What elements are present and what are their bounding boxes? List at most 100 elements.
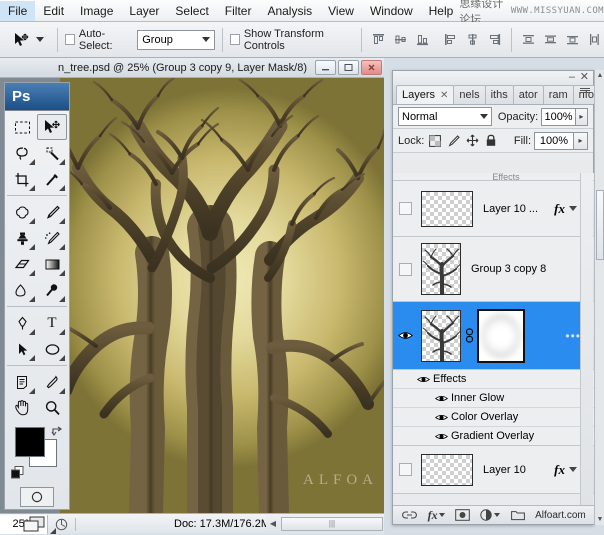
opacity-field[interactable]: 100% (541, 107, 576, 126)
layer-thumbnail-layer10-bottom[interactable] (421, 453, 473, 486)
new-adjustment-layer-icon[interactable] (480, 509, 501, 521)
tool-zoom[interactable] (37, 395, 67, 421)
tool-slice[interactable] (37, 166, 67, 192)
blend-mode-dropdown[interactable]: Normal (398, 107, 492, 126)
tab-layers[interactable]: Layers ✕ (396, 85, 455, 104)
layer-name-layer10-top[interactable]: Layer 10 ... (473, 203, 554, 215)
quick-mask-mode-button[interactable] (20, 487, 54, 507)
outer-scroll-thumb[interactable] (596, 190, 604, 260)
tool-rectangular-marquee[interactable] (7, 114, 37, 140)
distribute-bottom-edges-icon[interactable] (563, 30, 582, 49)
menu-item-filter[interactable]: Filter (217, 1, 260, 21)
layer-row-partial-top[interactable]: Effects (393, 173, 595, 182)
align-vertical-centers-icon[interactable] (391, 30, 410, 49)
align-left-edges-icon[interactable] (441, 30, 460, 49)
effects-row-inner-glow[interactable]: Inner Glow (393, 389, 595, 408)
layer-name-group3copy8[interactable]: Group 3 copy 8 (461, 263, 583, 275)
gradient-overlay-visibility-toggle[interactable] (393, 432, 451, 441)
panel-menu-icon[interactable] (580, 88, 590, 93)
layer-thumbnail-layer10-top[interactable] (421, 190, 473, 227)
tool-lasso[interactable] (7, 140, 37, 166)
swap-colors-icon[interactable] (50, 425, 63, 438)
document-canvas[interactable]: ALFOA (60, 78, 384, 513)
tool-pen[interactable] (7, 310, 37, 336)
layer-list[interactable]: Effects Layer 10 ... fx Group 3 copy 8 •… (393, 173, 595, 507)
lock-transparent-pixels-icon[interactable] (429, 134, 442, 147)
lock-image-pixels-icon[interactable] (447, 134, 461, 147)
tool-eyedropper[interactable] (37, 369, 67, 395)
tool-move[interactable] (37, 114, 67, 140)
scroll-down-arrow-icon[interactable]: ▼ (595, 514, 604, 525)
lock-position-icon[interactable] (466, 134, 479, 147)
maximize-button[interactable] (338, 60, 359, 75)
effects-visibility-toggle[interactable] (393, 375, 433, 384)
panel-outer-scrollbar[interactable]: ▲ ▼ (594, 70, 604, 525)
horizontal-scrollbar[interactable]: ◀ ||| (266, 513, 384, 533)
visibility-toggle-layer10-bottom[interactable] (393, 463, 417, 476)
align-bottom-edges-icon[interactable] (413, 30, 432, 49)
color-overlay-visibility-toggle[interactable] (393, 413, 451, 422)
expand-effects-triangle-icon[interactable] (569, 467, 577, 472)
visibility-toggle-selected[interactable] (393, 330, 417, 341)
panel-title-bar[interactable]: – ✕ (393, 71, 593, 85)
align-right-edges-icon[interactable] (485, 30, 504, 49)
link-layers-icon[interactable] (402, 510, 418, 520)
tab-channels[interactable]: nels (453, 85, 486, 104)
fill-field[interactable]: 100% (534, 131, 574, 150)
panel-close-icon[interactable]: ✕ (580, 71, 589, 83)
expand-effects-triangle-icon[interactable] (569, 206, 577, 211)
show-transform-controls-checkbox[interactable] (229, 34, 240, 45)
add-layer-style-icon[interactable]: fx (428, 508, 445, 523)
tool-magic-wand[interactable] (37, 140, 67, 166)
align-top-edges-icon[interactable] (369, 30, 388, 49)
menu-item-view[interactable]: View (320, 1, 362, 21)
tab-navigator[interactable]: ator (512, 85, 544, 104)
effects-row-gradient-overlay[interactable]: Gradient Overlay (393, 427, 595, 446)
tool-blur[interactable] (7, 277, 37, 303)
menu-item-analysis[interactable]: Analysis (259, 1, 320, 21)
distribute-top-edges-icon[interactable] (519, 30, 538, 49)
tool-history-brush[interactable] (37, 225, 67, 251)
scroll-left-arrow-icon[interactable]: ◀ (266, 519, 280, 528)
align-horizontal-centers-icon[interactable] (463, 30, 482, 49)
screen-mode-button[interactable] (20, 515, 56, 535)
auto-select-checkbox[interactable] (64, 34, 75, 45)
menu-item-help[interactable]: Help (421, 1, 462, 21)
tab-close-icon[interactable]: ✕ (440, 90, 448, 101)
horizontal-scroll-thumb[interactable]: ||| (281, 516, 383, 531)
layer-row-layer10-top[interactable]: Layer 10 ... fx (393, 181, 595, 237)
layer-row-group3copy8[interactable]: Group 3 copy 8 (393, 237, 595, 302)
tool-dodge[interactable] (37, 277, 67, 303)
effects-row-color-overlay[interactable]: Color Overlay (393, 408, 595, 427)
tool-eraser[interactable] (7, 251, 37, 277)
tool-preset-chevron-down-icon[interactable] (36, 37, 44, 42)
tab-paths[interactable]: iths (484, 85, 514, 104)
layer-thumbnail-group3copy8[interactable] (421, 243, 461, 295)
distribute-vertical-centers-icon[interactable] (541, 30, 560, 49)
visibility-toggle-layer10-top[interactable] (393, 202, 417, 215)
close-button[interactable] (361, 60, 382, 75)
menu-item-file[interactable]: File (0, 0, 36, 21)
layer-mask-thumbnail[interactable] (477, 308, 525, 363)
fill-slider-arrow-icon[interactable]: ▸ (574, 131, 588, 150)
default-colors-icon[interactable] (11, 466, 24, 479)
layer-row-layer10-bottom[interactable]: Layer 10 fx (393, 446, 595, 494)
layer-row-selected-masked[interactable]: ••• ▲ (393, 302, 595, 370)
tool-clone-stamp[interactable] (7, 225, 37, 251)
active-tool-preview[interactable] (6, 31, 50, 49)
distribute-left-edges-icon[interactable] (585, 30, 604, 49)
link-mask-icon[interactable] (464, 328, 474, 344)
layer-style-fx-icon[interactable]: fx (554, 462, 569, 478)
lock-all-icon[interactable] (485, 134, 497, 147)
menu-item-layer[interactable]: Layer (121, 1, 167, 21)
opacity-slider-arrow-icon[interactable]: ▸ (575, 107, 588, 126)
document-title-bar[interactable]: n_tree.psd @ 25% (Group 3 copy 9, Layer … (0, 58, 384, 78)
auto-select-dropdown[interactable]: Group (137, 29, 215, 50)
minimize-button[interactable] (315, 60, 336, 75)
menu-item-select[interactable]: Select (167, 1, 216, 21)
layer-style-fx-icon[interactable]: fx (554, 201, 569, 217)
layer-list-scrollbar[interactable] (580, 173, 593, 507)
menu-item-edit[interactable]: Edit (35, 1, 72, 21)
add-layer-mask-icon[interactable] (455, 509, 470, 521)
layer-name-layer10-bottom[interactable]: Layer 10 (473, 464, 554, 476)
